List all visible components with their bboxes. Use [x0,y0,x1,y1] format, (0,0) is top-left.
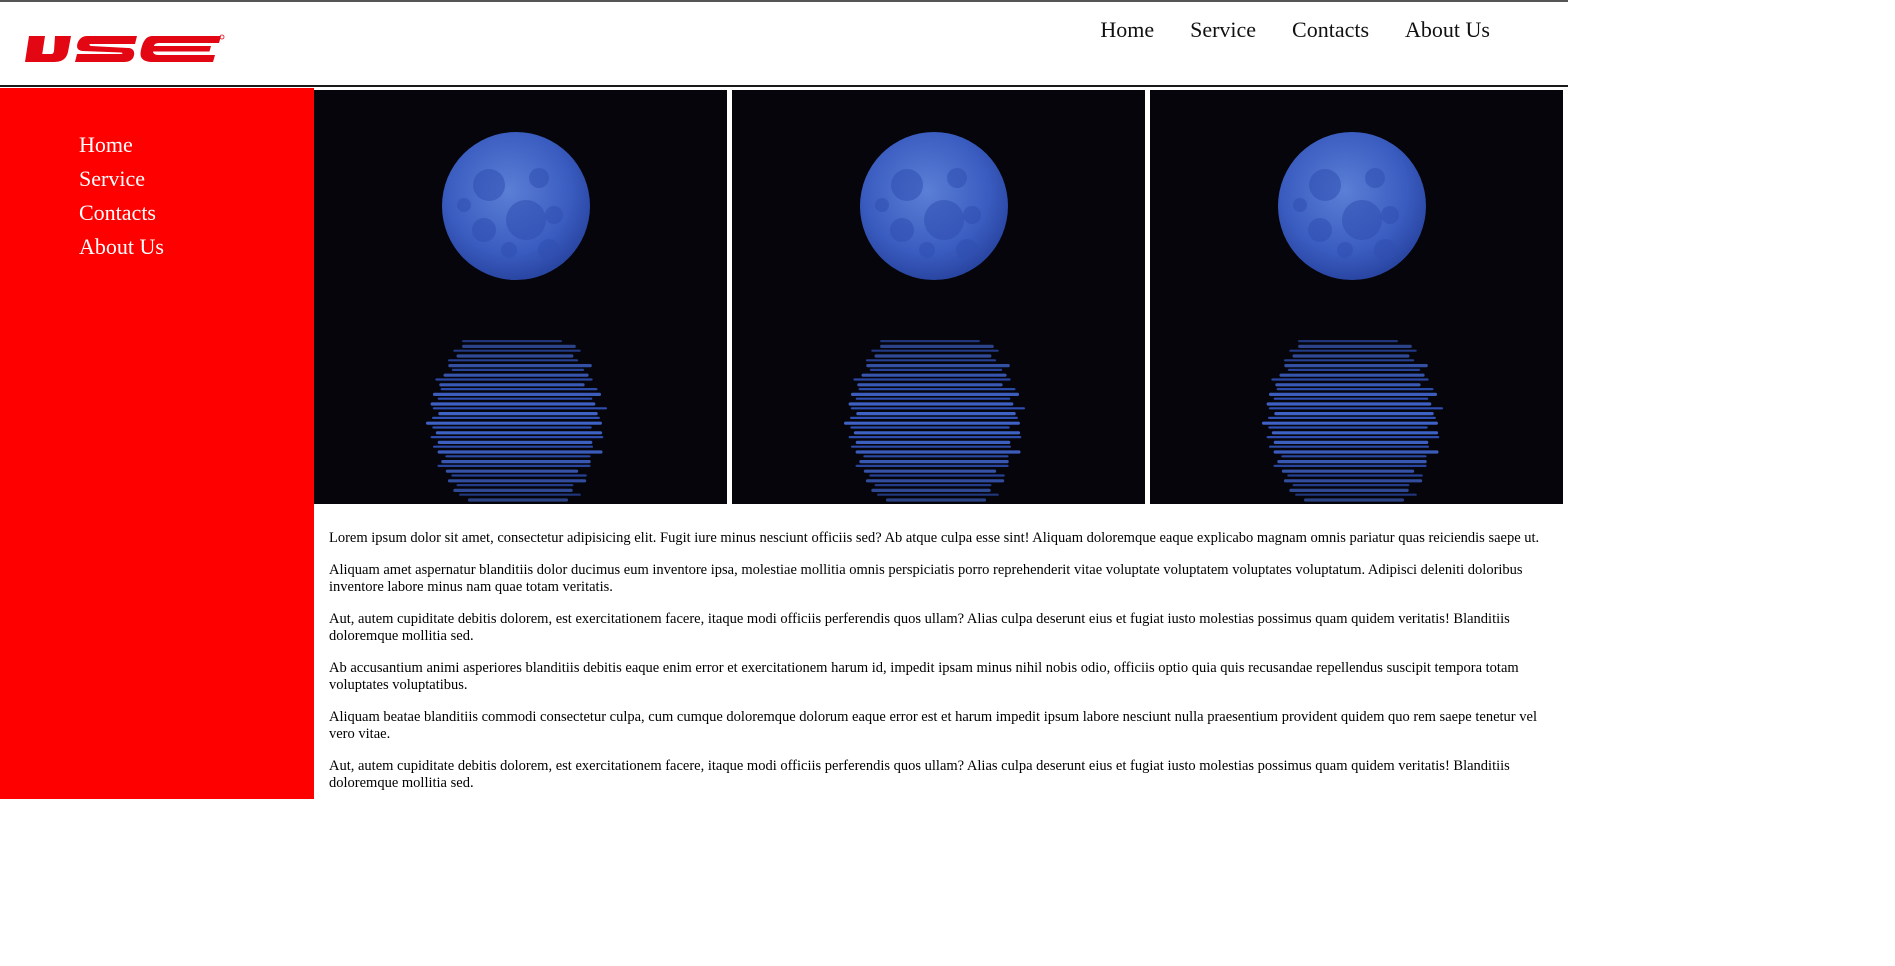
content-paragraph: Aut, autem cupiditate debitis dolorem, e… [329,611,1510,644]
content-paragraph: Aliquam beatae blanditiis commodi consec… [329,709,1537,742]
top-nav-home-link[interactable]: Home [1100,16,1154,44]
moon-reflection-image [314,90,727,504]
content-paragraph: Ab accusantium animi asperiores blanditi… [329,660,1519,693]
site-header: Home Service Contacts About Us [0,0,1568,87]
content-paragraph: Aliquam amet aspernatur blanditiis dolor… [329,562,1523,595]
sidebar-contacts-link[interactable]: Contacts [79,196,164,230]
main-content: Lorem ipsum dolor sit amet, consectetur … [329,530,1554,799]
top-nav: Home Service Contacts About Us [1100,16,1490,44]
sidebar-about-link[interactable]: About Us [79,230,164,264]
top-nav-contacts-link[interactable]: Contacts [1292,16,1369,44]
moon-reflection-image [732,90,1145,504]
top-nav-service-link[interactable]: Service [1190,16,1256,44]
sidebar-service-link[interactable]: Service [79,162,164,196]
page: Home Service Contacts About Us Home Serv… [0,0,1568,799]
sidebar-home-link[interactable]: Home [79,128,164,162]
gallery-image-3[interactable] [1150,90,1563,504]
sidebar-nav: Home Service Contacts About Us [79,128,164,264]
content-paragraph: Lorem ipsum dolor sit amet, consectetur … [329,530,1540,546]
ijse-logo[interactable] [25,32,225,66]
image-gallery [314,90,1564,504]
gallery-image-2[interactable] [732,90,1145,504]
gallery-image-1[interactable] [314,90,727,504]
ijse-logo-mark [25,34,225,62]
content-paragraph: Aut, autem cupiditate debitis dolorem, e… [329,758,1510,791]
moon-reflection-image [1150,90,1563,504]
sidebar: Home Service Contacts About Us [0,88,314,799]
top-nav-about-link[interactable]: About Us [1405,16,1490,44]
